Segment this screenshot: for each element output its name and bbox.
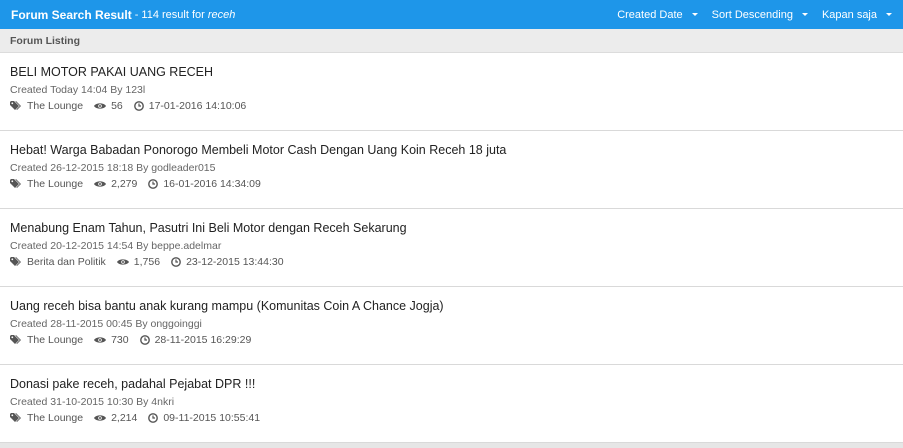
thread-title-link[interactable]: Hebat! Warga Babadan Ponorogo Membeli Mo… — [10, 143, 506, 157]
thread-view-count: 730 — [111, 334, 129, 346]
thread-category-link[interactable]: Berita dan Politik — [27, 256, 106, 268]
thread-stats: The Lounge 730 28-11-2015 16:29:29 — [10, 334, 262, 346]
thread-category-link[interactable]: The Lounge — [27, 178, 83, 190]
thread-item: Hebat! Warga Babadan Ponorogo Membeli Mo… — [0, 131, 903, 209]
tags-icon — [10, 335, 21, 344]
sort-order-label: Sort Descending — [711, 8, 793, 21]
thread-last-post-time: 17-01-2016 14:10:06 — [148, 100, 247, 112]
thread-item: BELI MOTOR PAKAI UANG RECEH Created Toda… — [0, 53, 903, 131]
sort-field-label: Created Date — [617, 8, 683, 21]
clock-icon — [148, 413, 159, 423]
eye-icon — [94, 415, 107, 421]
thread-last-post: 23-12-2015 13:44:30 — [171, 256, 284, 268]
thread-stats: Berita dan Politik 1,756 23-12-2015 13:4… — [10, 256, 295, 268]
eye-icon — [94, 103, 107, 109]
search-result-header: Forum Search Result - 114 result for rec… — [0, 0, 903, 29]
thread-views: 2,279 — [94, 178, 137, 190]
eye-icon — [94, 181, 107, 187]
section-label: Forum Listing — [10, 34, 80, 47]
thread-stats: The Lounge 56 17-01-2016 14:10:06 — [10, 100, 257, 112]
thread-views: 56 — [94, 100, 123, 112]
thread-stats: The Lounge 2,279 16-01-2016 14:34:09 — [10, 178, 272, 190]
thread-view-count: 56 — [111, 100, 123, 112]
thread-views: 730 — [94, 334, 129, 346]
thread-last-post-time: 09-11-2015 10:55:41 — [163, 412, 261, 424]
thread-category-link[interactable]: The Lounge — [27, 412, 83, 424]
forum-search-page: Forum Search Result - 114 result for rec… — [0, 0, 903, 448]
sort-order-dropdown[interactable]: Sort Descending — [712, 9, 808, 21]
thread-last-post: 28-11-2015 16:29:29 — [139, 334, 252, 346]
thread-item: Uang receh bisa bantu anak kurang mampu … — [0, 287, 903, 365]
clock-icon — [139, 335, 150, 345]
header-title: Forum Search Result — [11, 7, 132, 22]
thread-view-count: 1,756 — [133, 256, 161, 268]
clock-icon — [148, 179, 159, 189]
thread-last-post: 09-11-2015 10:55:41 — [148, 412, 260, 424]
thread-last-post-time: 16-01-2016 14:34:09 — [163, 178, 261, 190]
clock-icon — [171, 257, 181, 267]
caret-down-icon — [691, 13, 698, 16]
thread-title-link[interactable]: Donasi pake receh, padahal Pejabat DPR !… — [10, 377, 255, 391]
thread-item: Donasi pake receh, padahal Pejabat DPR !… — [0, 365, 903, 443]
thread-category-link[interactable]: The Lounge — [27, 100, 83, 112]
tags-icon — [10, 179, 21, 188]
thread-category: Berita dan Politik — [10, 256, 106, 268]
thread-views: 2,214 — [94, 412, 137, 424]
thread-views: 1,756 — [116, 256, 161, 268]
thread-created-info: Created Today 14:04 By 123l — [10, 84, 146, 96]
result-summary: - 114 result for receh — [135, 9, 236, 21]
thread-created-info: Created 20-12-2015 14:54 By beppe.adelma… — [10, 240, 222, 252]
result-count-text: - 114 result for — [134, 8, 208, 21]
thread-last-post-time: 28-11-2015 16:29:29 — [154, 334, 252, 346]
thread-created-info: Created 28-11-2015 00:45 By onggoinggi — [10, 318, 202, 330]
thread-title-link[interactable]: Menabung Enam Tahun, Pasutri Ini Beli Mo… — [10, 221, 407, 235]
thread-last-post-time: 23-12-2015 13:44:30 — [186, 256, 284, 268]
thread-category: The Lounge — [10, 334, 83, 346]
thread-stats: The Lounge 2,214 09-11-2015 10:55:41 — [10, 412, 271, 424]
thread-category-link[interactable]: The Lounge — [27, 334, 83, 346]
thread-category: The Lounge — [10, 178, 83, 190]
eye-icon — [116, 259, 129, 265]
thread-list: BELI MOTOR PAKAI UANG RECEH Created Toda… — [0, 53, 903, 443]
time-range-label: Kapan saja — [821, 8, 877, 21]
thread-view-count: 2,214 — [111, 412, 138, 424]
thread-last-post: 17-01-2016 14:10:06 — [133, 100, 247, 112]
thread-view-count: 2,279 — [111, 178, 138, 190]
clock-icon — [133, 101, 144, 111]
thread-title-link[interactable]: BELI MOTOR PAKAI UANG RECEH — [10, 65, 213, 79]
tags-icon — [10, 257, 21, 266]
eye-icon — [94, 337, 107, 343]
sort-field-dropdown[interactable]: Created Date — [617, 8, 698, 21]
thread-item: Menabung Enam Tahun, Pasutri Ini Beli Mo… — [0, 209, 903, 287]
time-range-dropdown[interactable]: Kapan saja — [822, 9, 892, 21]
thread-title-link[interactable]: Uang receh bisa bantu anak kurang mampu … — [10, 299, 444, 313]
tags-icon — [10, 413, 21, 422]
caret-down-icon — [801, 13, 808, 16]
search-query: receh — [207, 8, 236, 21]
thread-created-info: Created 31-10-2015 10:30 By 4nkri — [10, 396, 175, 408]
thread-category: The Lounge — [10, 100, 83, 112]
caret-down-icon — [886, 13, 892, 16]
thread-category: The Lounge — [10, 412, 83, 424]
tags-icon — [10, 101, 21, 110]
thread-last-post: 16-01-2016 14:34:09 — [148, 178, 261, 190]
forum-listing-heading: Forum Listing — [0, 29, 903, 53]
thread-created-info: Created 26-12-2015 18:18 By godleader015 — [10, 162, 216, 174]
